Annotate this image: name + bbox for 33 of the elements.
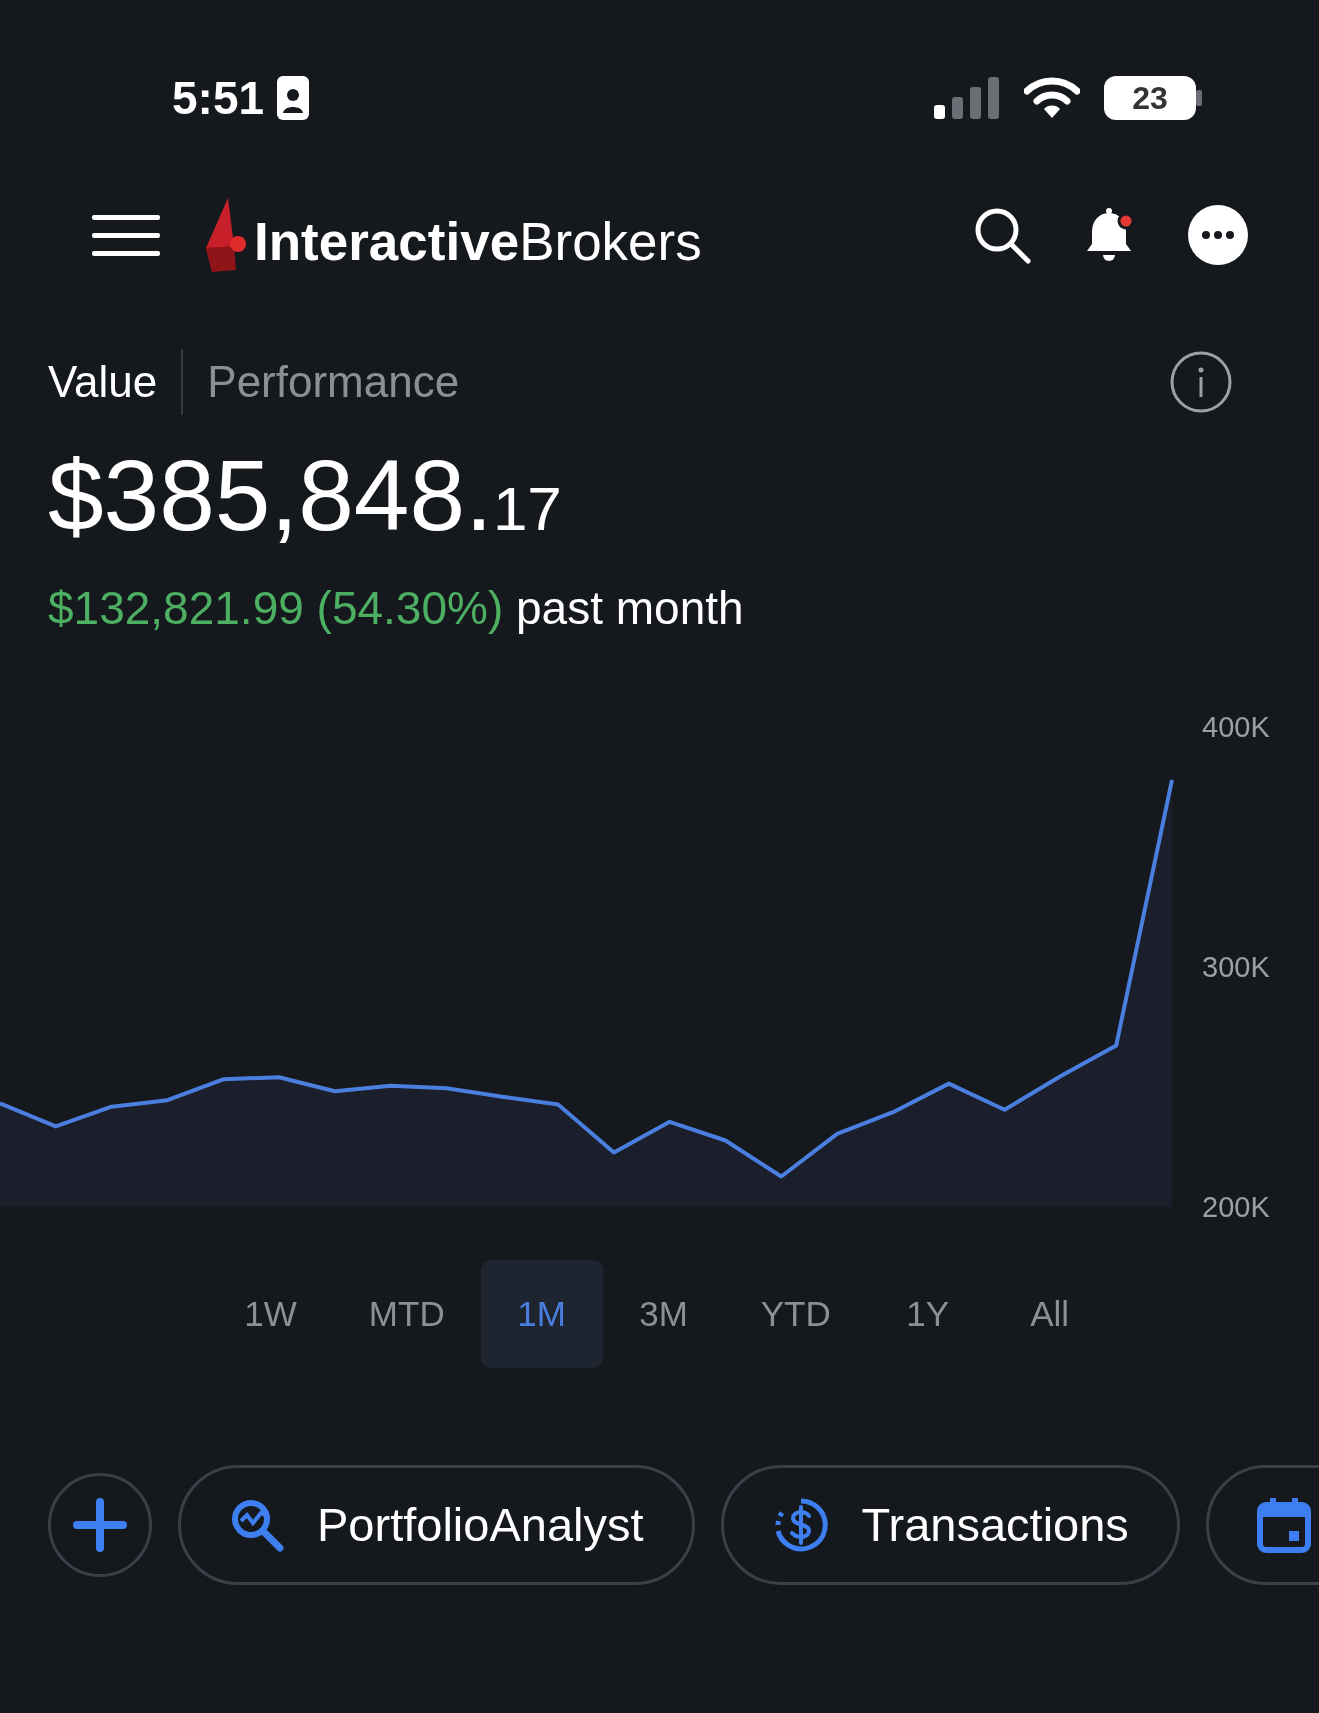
view-tab[interactable]: Value: [48, 349, 158, 415]
wifi-icon: [1024, 77, 1080, 119]
transactions-button[interactable]: Transactions: [720, 1465, 1180, 1585]
axis-tick-label: 300K: [1202, 951, 1270, 983]
range-tab[interactable]: 3M: [602, 1260, 725, 1368]
search-icon[interactable]: [973, 206, 1031, 264]
more-icon[interactable]: [1187, 204, 1249, 266]
logo-text: InteractiveBrokers: [254, 211, 702, 274]
magnifier-chart-icon: [229, 1497, 285, 1553]
id-badge-icon: [276, 75, 311, 121]
view-tab[interactable]: Performance: [207, 349, 460, 415]
range-tab[interactable]: 1M: [480, 1260, 603, 1368]
range-tab[interactable]: MTD: [332, 1260, 481, 1368]
menu-icon[interactable]: [92, 213, 160, 257]
portfolio-analyst-button[interactable]: PortfolioAnalyst: [178, 1465, 695, 1585]
portfolio-value: $385,848.17: [47, 440, 562, 550]
info-icon[interactable]: [1170, 351, 1232, 413]
range-tab[interactable]: All: [988, 1260, 1111, 1368]
axis-tick-label: 200K: [1202, 1191, 1270, 1223]
change-period: past month: [516, 582, 744, 634]
status-time: 5:51: [172, 70, 265, 126]
battery-level: 23: [1104, 76, 1196, 120]
range-tab[interactable]: 1Y: [866, 1260, 989, 1368]
calendar-icon: [1256, 1497, 1311, 1553]
value-change: $132,821.99 (54.30%): [48, 582, 504, 634]
add-button[interactable]: [48, 1473, 152, 1577]
axis-tick-label: 400K: [1202, 711, 1270, 743]
range-tab[interactable]: YTD: [724, 1260, 867, 1368]
signal-icon: [934, 77, 1000, 119]
logo-icon: [206, 198, 246, 272]
range-tab[interactable]: 1W: [208, 1260, 333, 1368]
plus-icon: [73, 1498, 127, 1552]
battery-tip-icon: [1196, 90, 1202, 106]
